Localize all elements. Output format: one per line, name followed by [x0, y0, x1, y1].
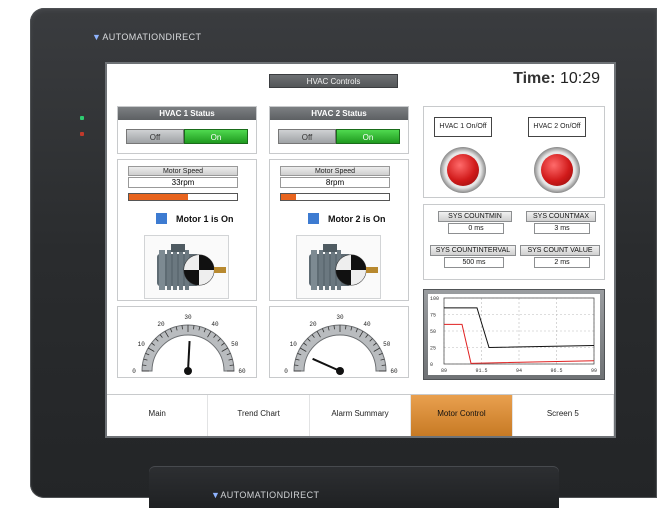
- trend-y-tick: 0: [430, 362, 433, 368]
- hvac1-on-button[interactable]: On: [184, 129, 248, 144]
- trend-x-tick: 96.5: [550, 368, 562, 374]
- sys-countmax-value: 3 ms: [534, 223, 590, 234]
- trend-x-tick: 99: [591, 368, 597, 374]
- gauge-tick: [333, 325, 335, 330]
- motor1-status: Motor 1 is On: [156, 213, 234, 224]
- gauge-tick: [193, 325, 195, 330]
- motor1-speed-fill: [129, 194, 189, 200]
- hvac2-status-title: HVAC 2 Status: [270, 107, 408, 120]
- device-base: ▼AUTOMATIONDIRECT: [149, 466, 559, 508]
- brand-logo-bottom: ▼AUTOMATIONDIRECT: [211, 490, 320, 500]
- gauge-tick-label: 0: [132, 368, 136, 375]
- gauge-tick: [294, 364, 299, 366]
- gauge-tick: [229, 364, 234, 366]
- motor2-speed-value: 8rpm: [280, 177, 390, 188]
- gauge-tick-label: 50: [383, 341, 391, 348]
- hvac2-toggle[interactable]: Off On: [278, 129, 400, 144]
- hvac2-onoff-label: HVAC 2 On/Off: [528, 117, 586, 137]
- gauge-tick-label: 10: [138, 341, 146, 348]
- trend-x-tick: 94: [516, 368, 522, 374]
- gauge-tick-label: 0: [284, 368, 288, 375]
- gauge-tick-label: 30: [184, 314, 192, 321]
- page-title: HVAC Controls: [269, 74, 398, 88]
- motor2-panel: Motor Speed 8rpm Motor 2 is On: [269, 159, 409, 301]
- trend-y-tick: 100: [430, 296, 439, 302]
- motor1-speed-label: Motor Speed: [128, 166, 238, 176]
- sys-counters-panel: SYS COUNTMIN 0 ms SYS COUNTMAX 3 ms SYS …: [423, 204, 605, 280]
- clock-display: Time: 10:29: [513, 70, 600, 87]
- gauge-needle: [187, 340, 191, 372]
- motor2-status-indicator: [308, 213, 319, 224]
- sys-countmin-value: 0 ms: [448, 223, 504, 234]
- status-led-green: [80, 116, 84, 120]
- hvac2-on-button[interactable]: On: [336, 129, 400, 144]
- gauge-tick-label: 20: [157, 321, 165, 328]
- hvac1-status-title: HVAC 1 Status: [118, 107, 256, 120]
- sys-countmax-label: SYS COUNTMAX: [526, 211, 596, 222]
- tab-alarm-summary[interactable]: Alarm Summary: [310, 395, 412, 436]
- hvac2-onoff-button[interactable]: [534, 147, 580, 193]
- motor1-icon: [144, 235, 229, 299]
- tab-trend-chart[interactable]: Trend Chart: [208, 395, 310, 436]
- gauge-tick-label: 60: [238, 368, 246, 375]
- gauge-tick: [142, 364, 147, 366]
- motor1-gauge-dial: 0 10 20 30 40 50 60: [132, 314, 246, 375]
- motor2-speed-bar: [280, 193, 390, 201]
- tab-motor-control[interactable]: Motor Control: [411, 395, 513, 436]
- trend-x-tick: 89: [441, 368, 447, 374]
- gauge-tick: [345, 325, 347, 330]
- motor2-icon: [296, 235, 381, 299]
- motor1-status-indicator: [156, 213, 167, 224]
- sys-countvalue-value: 2 ms: [534, 257, 590, 268]
- gauge-tick-label: 10: [290, 341, 298, 348]
- hmi-screen: HVAC Controls Time: 10:29 HVAC 1 Status …: [105, 62, 616, 438]
- trend-chart: 100 75 50 25 0 89 91.5 94 96.5 99: [423, 289, 605, 380]
- trend-y-tick: 75: [430, 313, 436, 319]
- gauge-tick-label: 50: [231, 341, 239, 348]
- hvac2-off-button[interactable]: Off: [278, 129, 336, 144]
- gauge-hub: [184, 367, 192, 375]
- sys-countinterval-label: SYS COUNTINTERVAL: [430, 245, 516, 256]
- hvac1-status-panel: HVAC 1 Status Off On: [117, 106, 257, 154]
- sys-countvalue-label: SYS COUNT VALUE: [520, 245, 600, 256]
- hvac1-toggle[interactable]: Off On: [126, 129, 248, 144]
- motor2-speed-label: Motor Speed: [280, 166, 390, 176]
- hvac-onoff-panel: HVAC 1 On/Off HVAC 2 On/Off: [423, 106, 605, 198]
- trend-x-tick: 91.5: [475, 368, 487, 374]
- hvac2-status-panel: HVAC 2 Status Off On: [269, 106, 409, 154]
- hvac1-onoff-button[interactable]: [440, 147, 486, 193]
- gauge-tick-label: 20: [309, 321, 317, 328]
- trend-chart-plot: 100 75 50 25 0 89 91.5 94 96.5 99: [428, 294, 600, 375]
- gauge-tick: [181, 325, 183, 330]
- gauge-tick-label: 30: [336, 314, 344, 321]
- trend-y-tick: 25: [430, 346, 436, 352]
- motor1-speed-value: 33rpm: [128, 177, 238, 188]
- tab-screen-5[interactable]: Screen 5: [513, 395, 614, 436]
- gauge-tick-label: 60: [390, 368, 398, 375]
- motor2-status: Motor 2 is On: [308, 213, 386, 224]
- status-led-red: [80, 132, 84, 136]
- motor1-gauge: 0 10 20 30 40 50 60: [117, 306, 257, 378]
- hvac1-off-button[interactable]: Off: [126, 129, 184, 144]
- motor1-panel: Motor Speed 33rpm Motor 1 is On: [117, 159, 257, 301]
- motor2-gauge-dial: 0 10 20 30 40 50 60: [284, 314, 398, 375]
- motor1-speed-bar: [128, 193, 238, 201]
- brand-logo-top: ▼AUTOMATIONDIRECT: [92, 32, 202, 42]
- motor2-speed-fill: [281, 194, 297, 200]
- sys-countmin-label: SYS COUNTMIN: [438, 211, 512, 222]
- gauge-tick: [381, 364, 386, 366]
- gauge-needle: [312, 357, 341, 372]
- screen-nav-tabs: Main Trend Chart Alarm Summary Motor Con…: [107, 394, 614, 436]
- trend-y-tick: 50: [430, 329, 436, 335]
- gauge-tick-label: 40: [211, 321, 219, 328]
- gauge-tick-label: 40: [363, 321, 371, 328]
- tab-main[interactable]: Main: [107, 395, 209, 436]
- gauge-hub: [336, 367, 344, 375]
- motor2-gauge: 0 10 20 30 40 50 60: [269, 306, 409, 378]
- sys-countinterval-value: 500 ms: [444, 257, 504, 268]
- hvac1-onoff-label: HVAC 1 On/Off: [434, 117, 492, 137]
